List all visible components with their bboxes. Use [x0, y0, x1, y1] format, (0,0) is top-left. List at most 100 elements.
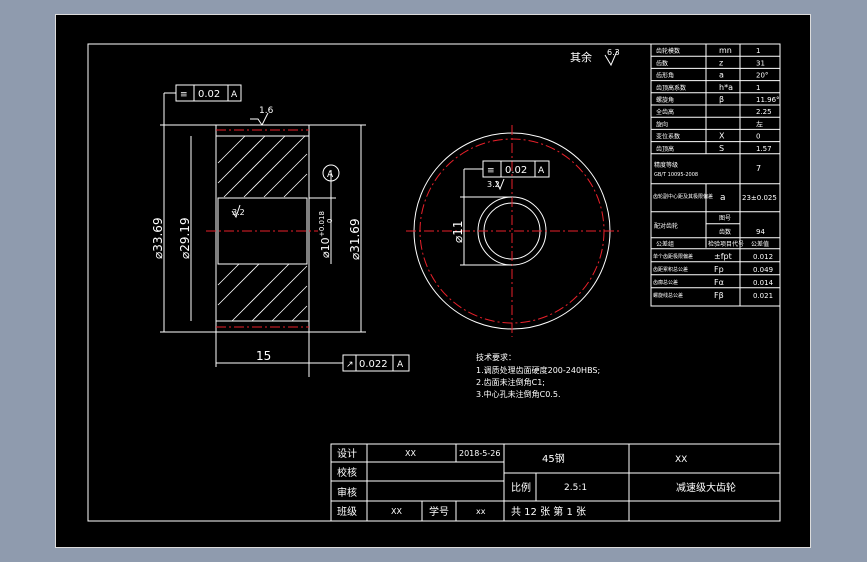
param-name: 螺旋角 [656, 96, 674, 104]
datum-label: A [327, 170, 334, 180]
param-value: 0 [756, 133, 760, 141]
dim-tip: ⌀29.19 [178, 217, 192, 259]
front-flatness-value: 0.02 [505, 165, 527, 176]
technical-notes: 技术要求： 1.调质处理齿面硬度200-240HBS; 2.齿面未注倒角C1; … [476, 352, 600, 399]
svg-text:↗: ↗ [346, 360, 354, 370]
tb-material: 45钢 [542, 452, 565, 465]
dim-shaft: ⌀31.69 [348, 218, 362, 260]
tb-date: 2018-5-26 [459, 449, 500, 458]
tol-name: 齿距累积总公差 [653, 266, 688, 273]
tol-name: 螺旋线总公差 [653, 292, 683, 299]
tol-name: 单个齿距极限偏差 [653, 253, 693, 260]
drawing-canvas: 其余 6.3 ⌀33.69 ⌀29.19 ⌀31.69 ⌀10 +0.018 0… [87, 43, 781, 522]
param-value: 1 [756, 84, 760, 92]
param-mate-row2: 齿数 [719, 228, 731, 236]
param-value: 2.25 [756, 108, 772, 116]
param-name: 齿数 [656, 59, 668, 67]
dim-od: ⌀33.69 [151, 217, 165, 259]
tb-check: 校核 [337, 466, 357, 479]
tb-school: XX [675, 455, 687, 465]
param-symbol: z [719, 58, 723, 67]
tol-lower: 0 [326, 219, 334, 223]
tol-symbol: ±fpt [714, 252, 732, 261]
param-value: 左 [756, 119, 763, 128]
param-symbol: S [719, 144, 724, 153]
flatness-value: 0.02 [198, 89, 220, 100]
param-symbol: h*a [719, 83, 733, 92]
param-value: 20° [756, 72, 768, 80]
tol-upper: +0.018 [318, 211, 326, 237]
param-value: 1 [756, 47, 760, 55]
front-view: ⌀11 ≡ 0.02 A 3.2 [406, 125, 620, 337]
tol-value: 0.012 [753, 253, 773, 261]
runout-value: 0.022 [359, 359, 388, 370]
tb-scale-label: 比例 [511, 481, 531, 494]
param-accuracy-label: 精度等级 [654, 161, 678, 169]
tol-symbol: Fp [714, 265, 724, 274]
tb-class: 班级 [337, 506, 357, 518]
tb-design-name: XX [405, 449, 416, 458]
hatch-upper [217, 135, 308, 198]
param-symbol: X [719, 132, 725, 141]
dim-width: 15 [256, 349, 271, 363]
tol-symbol: Fα [714, 278, 724, 287]
param-symbol: mn [719, 46, 732, 55]
surface-finish-label: 其余 [570, 50, 592, 64]
param-center-value: 23±0.025 [742, 194, 777, 202]
tb-sheets: 共 12 张 第 1 张 [511, 505, 586, 518]
side-view: ⌀33.69 ⌀29.19 ⌀31.69 ⌀10 +0.018 0 A 15 1… [151, 84, 410, 377]
front-roughness: 3.2 [487, 180, 500, 189]
param-name: 齿顶高 [656, 145, 674, 153]
tb-class-name: XX [391, 507, 402, 516]
param-mate-row1: 图号 [719, 215, 731, 222]
param-mate-value: 94 [756, 228, 765, 236]
runout-datum: A [397, 360, 404, 370]
dim-front-bore: ⌀11 [451, 221, 465, 244]
tb-approve: 审核 [337, 486, 357, 499]
param-accuracy-value: 7 [756, 164, 761, 173]
flatness-datum: A [231, 90, 238, 100]
notes-title: 技术要求： [476, 352, 516, 362]
param-accuracy-sub: GB/T 10095-2008 [654, 172, 698, 178]
tb-student-val: xx [476, 507, 486, 516]
svg-text:≡: ≡ [180, 90, 188, 100]
param-name: 齿形角 [656, 72, 674, 80]
cad-viewport[interactable]: 其余 6.3 ⌀33.69 ⌀29.19 ⌀31.69 ⌀10 +0.018 0… [55, 14, 811, 548]
param-center-label: 齿轮副中心距及其极限偏差 [653, 193, 713, 200]
gear-body-outline [215, 124, 310, 333]
note-3: 3.中心孔未注倒角C0.5. [476, 389, 560, 399]
roughness-bore: 3.2 [232, 208, 245, 217]
param-name: 齿顶高系数 [656, 84, 686, 92]
tb-part-name: 减速级大齿轮 [676, 481, 736, 494]
hatch-lower [217, 263, 308, 322]
dim-bore: ⌀10 [319, 237, 332, 258]
param-value: 31 [756, 59, 765, 67]
note-2: 2.齿面未注倒角C1; [476, 377, 545, 387]
param-value: 11.96° [756, 96, 780, 104]
param-symbol: a [719, 71, 724, 80]
param-head-c1: 公差组 [656, 240, 674, 248]
param-symbol: β [719, 95, 724, 104]
param-center-symbol: a [720, 193, 726, 203]
param-name: 齿轮模数 [656, 47, 680, 55]
front-flatness-datum: A [538, 166, 545, 176]
tol-value: 0.049 [753, 266, 773, 274]
parameter-table: 齿轮模数 mn 1 齿数 z 31 齿形角 a 20° 齿顶高系数 h*a 1 螺旋角 β 11.96° 全齿… [650, 43, 781, 307]
tb-student-id: 学号 [429, 505, 449, 518]
tb-scale: 2.5:1 [564, 483, 587, 493]
param-head-c3: 公差值 [751, 240, 769, 248]
title-block: 设计 XX 2018-5-26 校核 审核 班级 XX 学号 xx 45钢 XX… [330, 443, 781, 522]
tol-name: 齿廓总公差 [653, 279, 678, 286]
tol-symbol: Fβ [714, 291, 724, 300]
param-name: 变位系数 [656, 133, 680, 141]
surface-finish-value: 6.3 [607, 48, 620, 57]
param-mate-label: 配对齿轮 [654, 222, 678, 230]
param-name: 全齿高 [656, 108, 674, 116]
svg-text:≡: ≡ [487, 166, 495, 176]
tol-value: 0.021 [753, 292, 773, 300]
param-value: 1.57 [756, 145, 772, 153]
tol-value: 0.014 [753, 279, 774, 287]
note-1: 1.调质处理齿面硬度200-240HBS; [476, 365, 600, 375]
param-name: 旋向 [656, 120, 668, 128]
param-head-c2: 检验项目代号 [708, 240, 744, 248]
